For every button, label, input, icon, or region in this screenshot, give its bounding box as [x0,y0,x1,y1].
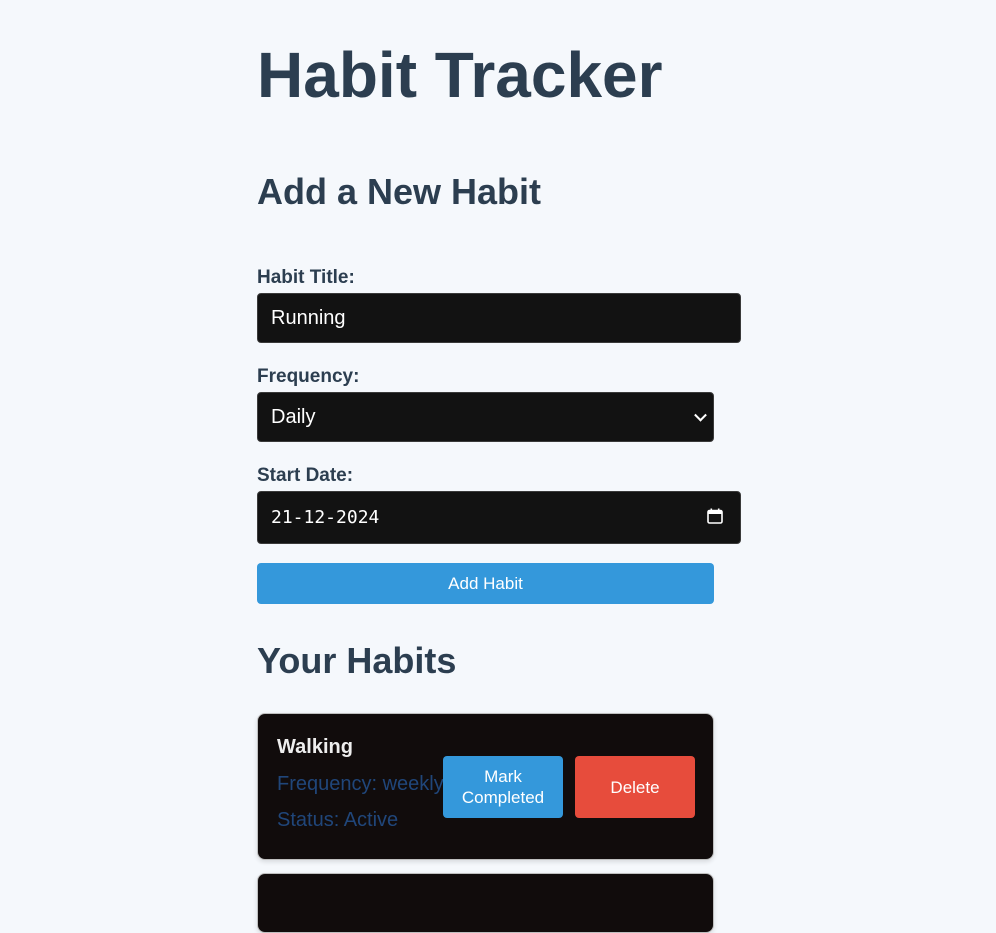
habit-frequency: Frequency: weekly [277,773,444,795]
start-date-input[interactable]: 21-12-2024 [257,491,741,544]
habit-status: Status: Active [277,809,399,831]
habit-title-input[interactable]: Running [257,293,741,343]
habit-name: Walking [277,736,353,758]
start-date-value: 21-12-2024 [271,507,380,528]
frequency-select[interactable]: Daily [257,392,714,442]
start-date-label: Start Date: [257,465,354,486]
habit-title-label: Habit Title: [257,267,355,288]
habit-card: Walking Frequency: weekly Status: Active… [257,713,714,860]
add-habit-button[interactable]: Add Habit [257,563,714,604]
mark-completed-button[interactable]: Mark Completed [443,756,563,818]
habit-card-partial [257,873,714,933]
chevron-down-icon [694,408,707,422]
frequency-label: Frequency: [257,366,360,387]
delete-button[interactable]: Delete [575,756,695,818]
calendar-icon[interactable] [707,508,723,524]
habit-title-value: Running [271,306,346,329]
page-title: Habit Tracker [257,39,663,111]
your-habits-heading: Your Habits [257,640,457,681]
frequency-value: Daily [271,405,316,428]
add-habit-heading: Add a New Habit [257,171,542,212]
